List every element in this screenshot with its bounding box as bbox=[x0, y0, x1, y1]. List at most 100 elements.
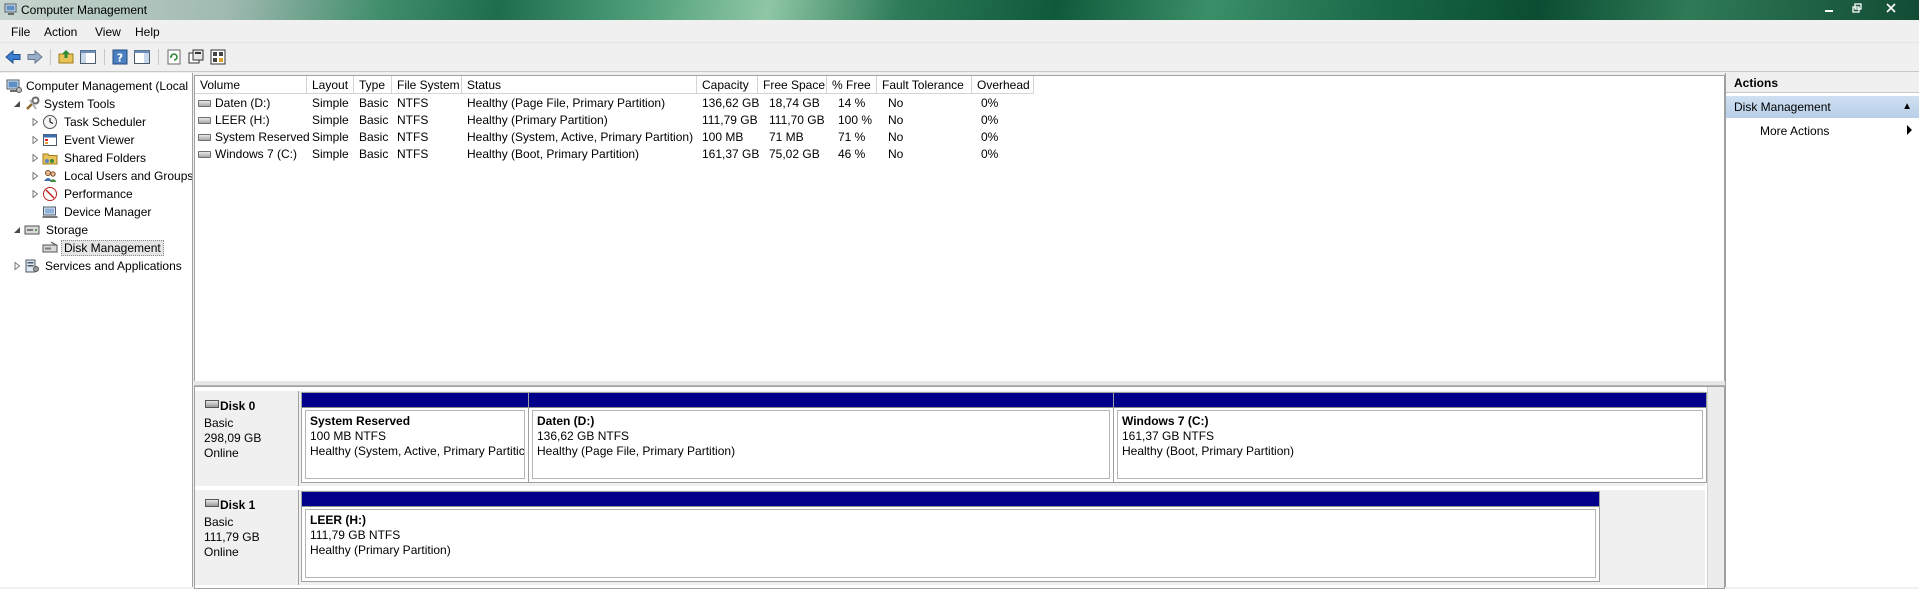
table-row[interactable]: Windows 7 (C:) Simple Basic NTFS Healthy… bbox=[195, 146, 1724, 163]
event-viewer-icon bbox=[43, 134, 57, 146]
partition-size: 111,79 GB NTFS bbox=[310, 528, 401, 542]
disk-0-label[interactable]: Disk 0 Basic 298,09 GB Online bbox=[195, 391, 299, 486]
partition-body: LEER (H:) 111,79 GB NTFS Healthy (Primar… bbox=[305, 509, 1596, 578]
refresh-icon[interactable] bbox=[165, 48, 183, 66]
menu-view[interactable]: View bbox=[95, 25, 121, 39]
partition-leer-h[interactable]: LEER (H:) 111,79 GB NTFS Healthy (Primar… bbox=[301, 491, 1600, 582]
cell-fault-tolerance: No bbox=[888, 130, 904, 144]
tree-item-system-tools[interactable]: System Tools bbox=[0, 96, 192, 113]
forward-icon[interactable] bbox=[26, 48, 44, 66]
column-header-overhead[interactable]: Overhead bbox=[972, 76, 1034, 94]
collapsed-triangle-icon[interactable] bbox=[31, 190, 39, 198]
partition-size: 100 MB NTFS bbox=[310, 429, 387, 443]
partition-status: Healthy (Boot, Primary Partition) bbox=[1122, 444, 1295, 458]
collapsed-triangle-icon[interactable] bbox=[31, 172, 39, 180]
partition-name: Daten (D:) bbox=[537, 414, 595, 428]
restore-icon bbox=[1852, 3, 1862, 13]
partition-daten-d[interactable]: Daten (D:) 136,62 GB NTFS Healthy (Page … bbox=[528, 392, 1114, 483]
toolbar-separator bbox=[104, 49, 105, 65]
cell-type: Basic bbox=[359, 147, 389, 161]
menu-file[interactable]: File bbox=[11, 25, 30, 39]
disk-type: Basic bbox=[204, 515, 234, 529]
restore-button[interactable] bbox=[1846, 2, 1868, 16]
tree-item-label: Device Manager bbox=[64, 205, 152, 219]
tree-item-disk-management[interactable]: Disk Management bbox=[0, 240, 192, 257]
tree-item-task-scheduler[interactable]: Task Scheduler bbox=[0, 114, 192, 131]
help-icon[interactable]: ? bbox=[111, 48, 129, 66]
column-header-fault-tolerance[interactable]: Fault Tolerance bbox=[877, 76, 972, 94]
collapsed-triangle-icon[interactable] bbox=[31, 118, 39, 126]
column-header-file-system[interactable]: File System bbox=[392, 76, 462, 94]
partition-windows-7-c[interactable]: Windows 7 (C:) 161,37 GB NTFS Healthy (B… bbox=[1113, 392, 1707, 483]
table-row[interactable]: System Reserved Simple Basic NTFS Health… bbox=[195, 129, 1724, 146]
partition-bar bbox=[302, 492, 1599, 507]
table-row[interactable]: LEER (H:) Simple Basic NTFS Healthy (Pri… bbox=[195, 112, 1724, 129]
users-icon bbox=[44, 170, 57, 182]
expanded-triangle-icon[interactable] bbox=[13, 100, 21, 108]
submenu-arrow-icon[interactable] bbox=[1907, 125, 1912, 135]
partition-name: System Reserved bbox=[310, 414, 411, 428]
collapsed-triangle-icon[interactable] bbox=[31, 154, 39, 162]
partition-size: 136,62 GB NTFS bbox=[537, 429, 630, 443]
up-folder-icon[interactable] bbox=[57, 48, 75, 66]
tree-item-storage[interactable]: Storage bbox=[0, 222, 192, 239]
show-hide-console-tree-icon[interactable] bbox=[79, 48, 97, 66]
cell-volume: LEER (H:) bbox=[215, 113, 270, 127]
tree-item-services-and-applications[interactable]: Services and Applications bbox=[0, 258, 192, 275]
properties-icon[interactable] bbox=[209, 48, 227, 66]
cell-fault-tolerance: No bbox=[888, 96, 904, 110]
tree-item-device-manager[interactable]: Device Manager bbox=[0, 204, 192, 221]
partition-system-reserved[interactable]: System Reserved 100 MB NTFS Healthy (Sys… bbox=[301, 392, 529, 483]
column-header-volume[interactable]: Volume bbox=[195, 76, 307, 94]
column-header-type[interactable]: Type bbox=[354, 76, 392, 94]
disk-0-partitions: System Reserved 100 MB NTFS Healthy (Sys… bbox=[299, 391, 1707, 486]
menu-help[interactable]: Help bbox=[135, 25, 160, 39]
collapse-up-icon[interactable]: ▲ bbox=[1902, 96, 1912, 118]
partition-size: 161,37 GB NTFS bbox=[1122, 429, 1215, 443]
disk-1-label[interactable]: Disk 1 Basic 111,79 GB Online bbox=[195, 490, 299, 585]
expanded-triangle-icon[interactable] bbox=[13, 226, 21, 234]
cell-fault-tolerance: No bbox=[888, 147, 904, 161]
tree-item-performance[interactable]: Performance bbox=[0, 186, 192, 203]
column-header-capacity[interactable]: Capacity bbox=[697, 76, 758, 94]
tree-item-event-viewer[interactable]: Event Viewer bbox=[0, 132, 192, 149]
cell-capacity: 111,79 GB bbox=[702, 113, 758, 127]
vertical-scrollbar[interactable] bbox=[1707, 387, 1724, 588]
show-hide-action-pane-icon[interactable] bbox=[133, 48, 151, 66]
collapsed-triangle-icon[interactable] bbox=[13, 262, 21, 270]
menu-action[interactable]: Action bbox=[44, 25, 77, 39]
shared-folder-icon bbox=[42, 153, 58, 165]
table-row[interactable]: Daten (D:) Simple Basic NTFS Healthy (Pa… bbox=[195, 95, 1724, 112]
tree-item-label: Performance bbox=[64, 187, 133, 201]
cell-status: Healthy (Boot, Primary Partition) bbox=[467, 147, 640, 161]
cell-free-space: 71 MB bbox=[769, 130, 804, 144]
tree-item-label: Local Users and Groups bbox=[64, 169, 193, 183]
column-header-layout[interactable]: Layout bbox=[307, 76, 354, 94]
drive-icon bbox=[198, 134, 211, 141]
actions-section-disk-management[interactable]: Disk Management ▲ bbox=[1726, 96, 1919, 118]
partition-bar bbox=[529, 393, 1113, 408]
cell-layout: Simple bbox=[312, 113, 349, 127]
minimize-button[interactable] bbox=[1818, 2, 1840, 16]
partition-body: Windows 7 (C:) 161,37 GB NTFS Healthy (B… bbox=[1117, 410, 1703, 479]
disk-icon bbox=[205, 499, 219, 507]
tree-item-computer-management[interactable]: Computer Management (Local bbox=[0, 78, 192, 95]
tree-item-label: Computer Management (Local bbox=[26, 79, 189, 93]
rescan-disks-icon[interactable] bbox=[187, 48, 205, 66]
disk-1-partitions: LEER (H:) 111,79 GB NTFS Healthy (Primar… bbox=[299, 490, 1705, 585]
column-header-percent-free[interactable]: % Free bbox=[827, 76, 877, 94]
close-button[interactable] bbox=[1880, 2, 1902, 16]
column-header-free-space[interactable]: Free Space bbox=[758, 76, 827, 94]
console-tree: Computer Management (Local System Tools … bbox=[0, 73, 193, 587]
cell-file-system: NTFS bbox=[397, 147, 429, 161]
column-header-status[interactable]: Status bbox=[462, 76, 697, 94]
cell-free-space: 75,02 GB bbox=[769, 147, 820, 161]
tree-item-local-users-and-groups[interactable]: Local Users and Groups bbox=[0, 168, 192, 185]
drive-icon bbox=[198, 117, 211, 124]
collapsed-triangle-icon[interactable] bbox=[31, 136, 39, 144]
tree-item-shared-folders[interactable]: Shared Folders bbox=[0, 150, 192, 167]
cell-free-space: 18,74 GB bbox=[769, 96, 820, 110]
cell-overhead: 0% bbox=[981, 147, 999, 161]
action-more-actions[interactable]: More Actions bbox=[1760, 121, 1829, 141]
back-icon[interactable] bbox=[4, 48, 22, 66]
